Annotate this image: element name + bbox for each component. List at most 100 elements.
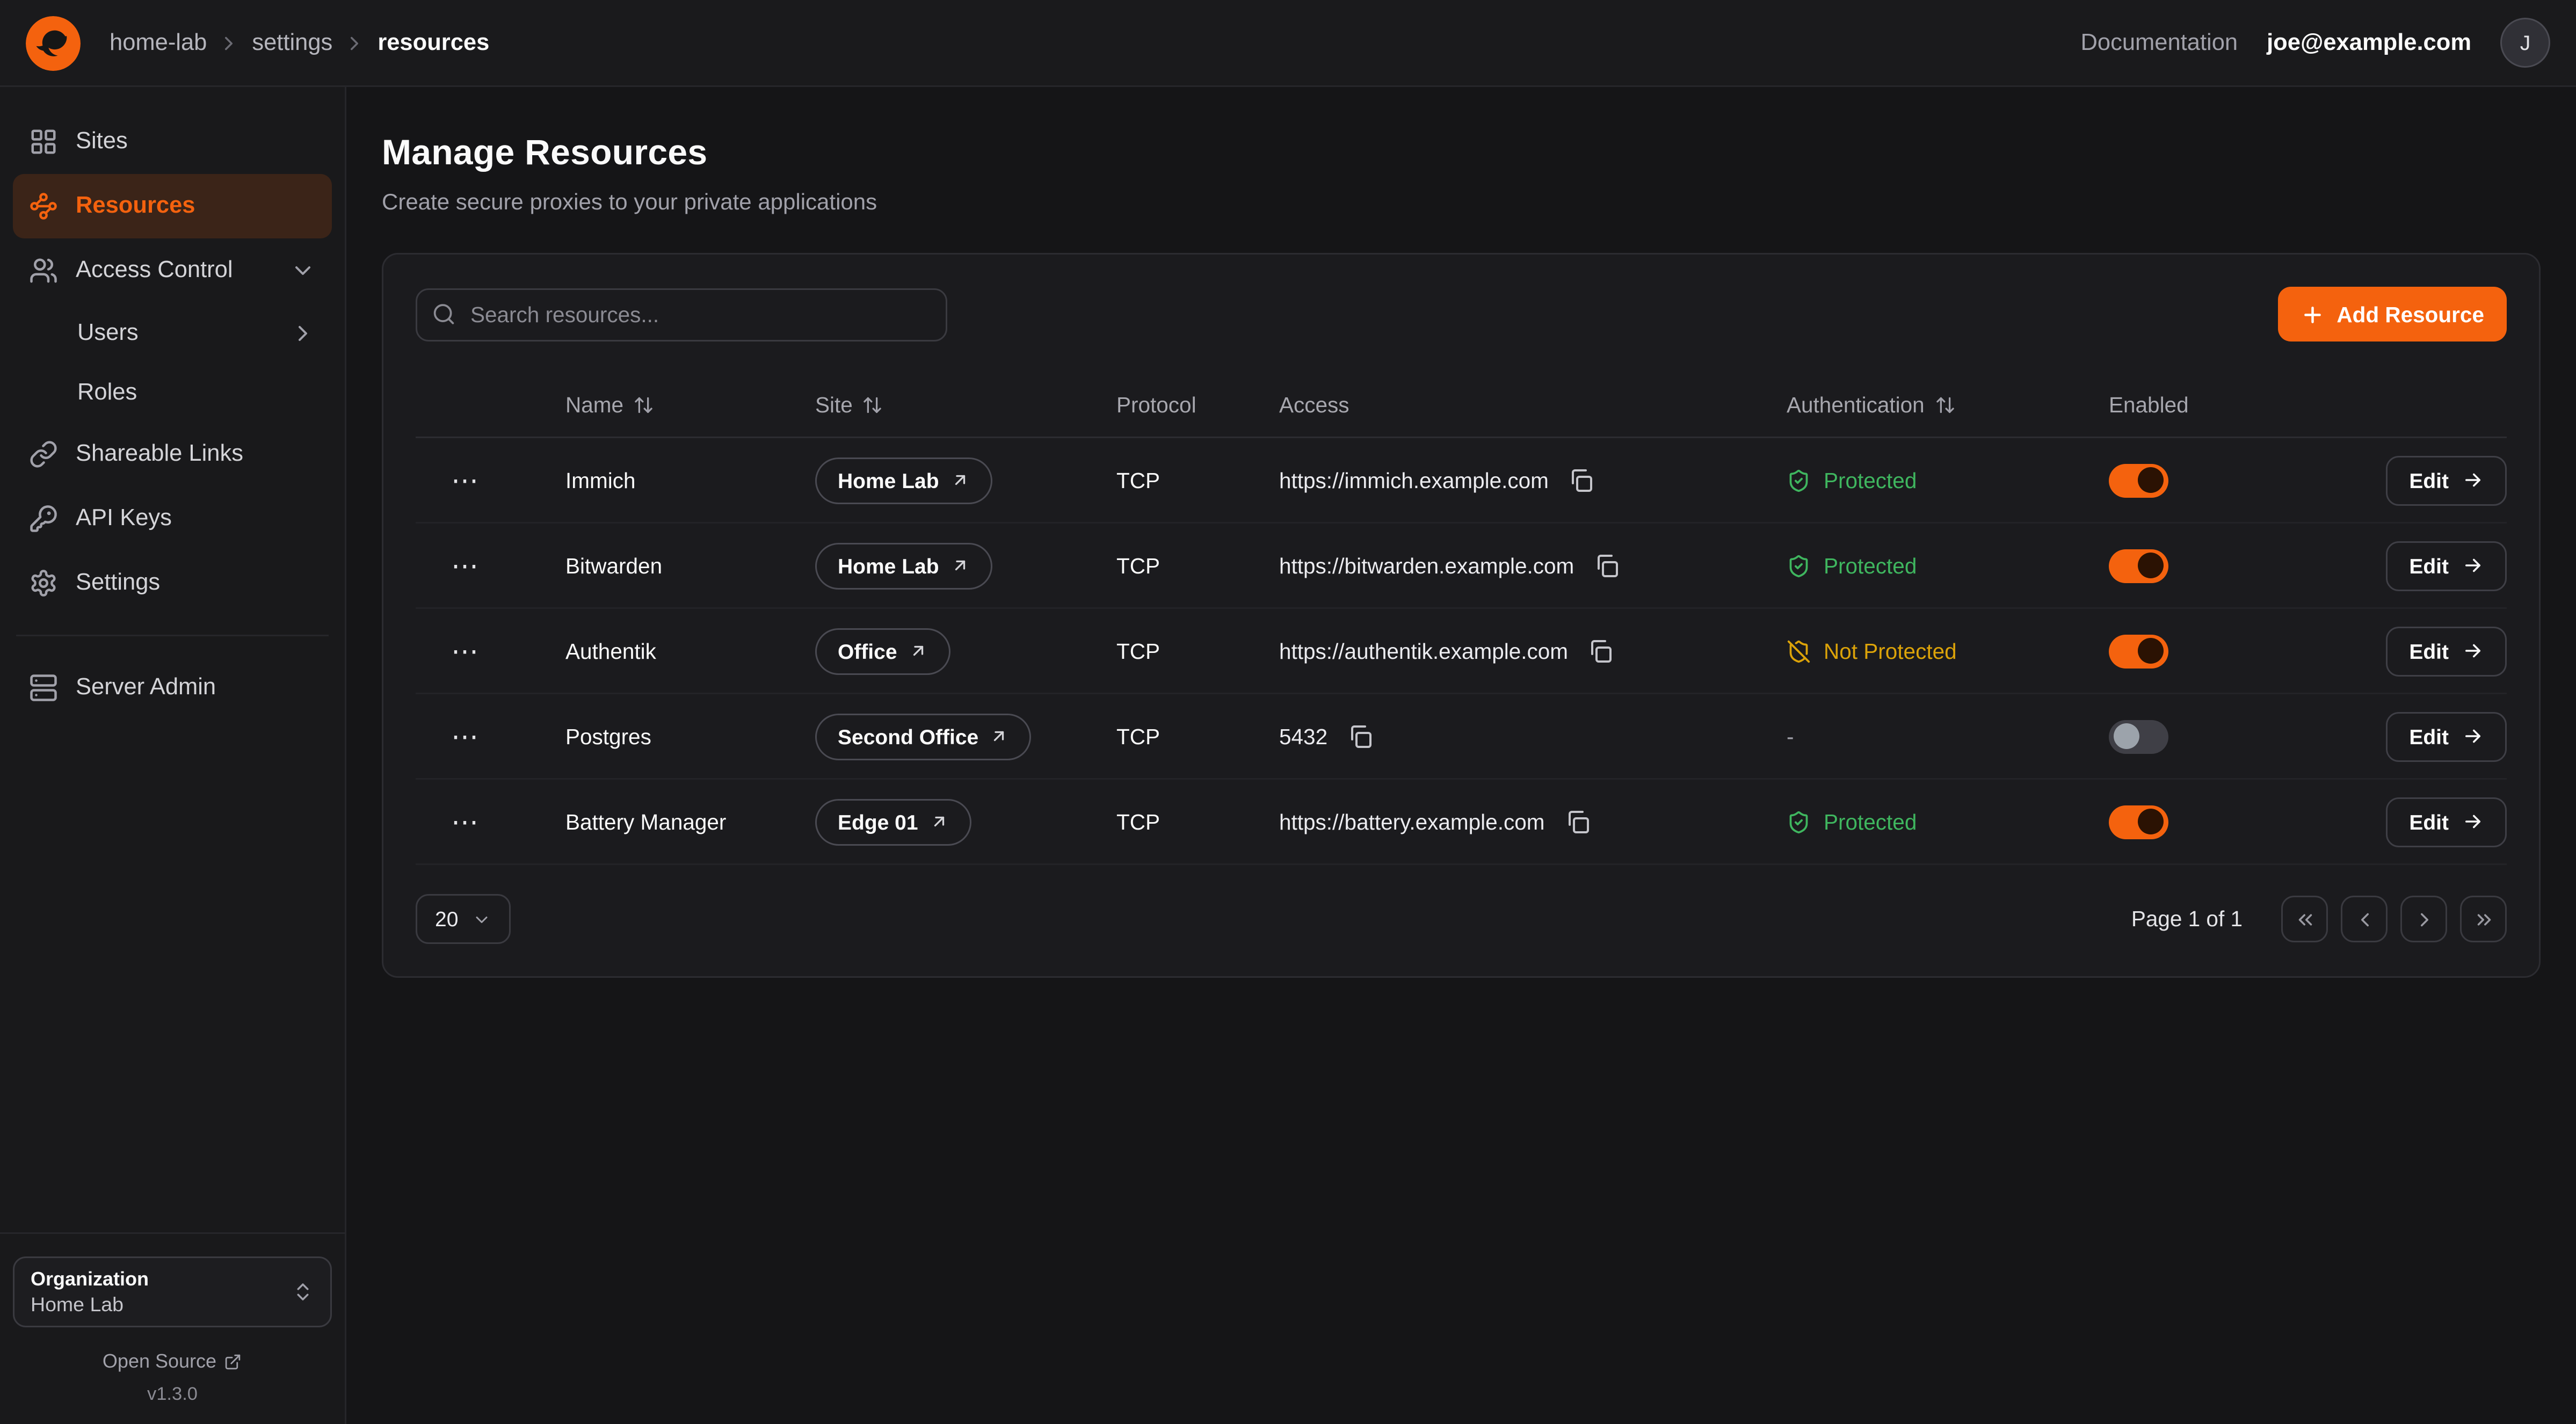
sidebar-item-api-keys[interactable]: API Keys (13, 486, 332, 551)
sidebar-item-users[interactable]: Users (13, 303, 332, 362)
auth-label: Not Protected (1824, 639, 1957, 663)
edit-button[interactable]: Edit (2386, 626, 2507, 676)
toggle-knob (2114, 723, 2139, 749)
org-selector[interactable]: Organization Home Lab (13, 1256, 332, 1327)
edit-button[interactable]: Edit (2386, 455, 2507, 505)
copy-icon[interactable] (1562, 461, 1600, 499)
sidebar-item-server-admin[interactable]: Server Admin (13, 656, 332, 720)
row-menu-button[interactable]: ⋯ (438, 631, 493, 671)
site-name: Home Lab (838, 468, 939, 492)
site-link-button[interactable]: Edge 01 (815, 798, 971, 845)
row-menu-button[interactable]: ⋯ (438, 716, 493, 757)
site-link-button[interactable]: Office (815, 628, 950, 674)
breadcrumb-resources[interactable]: resources (378, 30, 489, 56)
shield-check-icon (1787, 554, 1811, 578)
breadcrumb: home-lab settings resources (110, 30, 489, 56)
key-icon (29, 504, 58, 533)
documentation-link[interactable]: Documentation (2081, 30, 2238, 56)
chevron-left-icon (2353, 908, 2376, 931)
avatar[interactable]: J (2500, 18, 2550, 68)
row-menu-button[interactable]: ⋯ (438, 802, 493, 842)
arrow-up-right-icon (930, 812, 949, 831)
sidebar-item-shareable-links[interactable]: Shareable Links (13, 422, 332, 486)
first-page-button[interactable] (2281, 896, 2328, 942)
protocol: TCP (1116, 468, 1279, 492)
page-size-select[interactable]: 20 (416, 894, 511, 944)
enabled-toggle[interactable] (2109, 549, 2168, 583)
edit-button[interactable]: Edit (2386, 541, 2507, 591)
sidebar-item-label: Shareable Links (76, 441, 243, 467)
open-source-link[interactable]: Open Source (13, 1350, 332, 1372)
prev-page-button[interactable] (2341, 896, 2388, 942)
enabled-toggle[interactable] (2109, 805, 2168, 839)
search-input[interactable] (416, 288, 947, 341)
toggle-knob (2138, 638, 2164, 664)
sidebar-item-sites[interactable]: Sites (13, 110, 332, 174)
access-url: https://bitwarden.example.com (1279, 554, 1574, 578)
page-subtitle: Create secure proxies to your private ap… (382, 188, 2541, 214)
sidebar: Sites Resources Access Control Users Rol… (0, 87, 346, 1424)
site-name: Home Lab (838, 554, 939, 578)
user-email: joe@example.com (2267, 30, 2471, 56)
resources-table: Name Site Protocol Access Authentication (416, 374, 2507, 865)
sort-icon[interactable] (1934, 395, 1955, 416)
chevrons-right-icon (2472, 908, 2495, 931)
last-page-button[interactable] (2460, 896, 2507, 942)
avatar-initial: J (2520, 31, 2531, 55)
column-label: Protocol (1116, 393, 1196, 417)
table-row: ⋯ Immich Home Lab TCP https://immich.exa… (416, 438, 2507, 524)
table-row: ⋯ Bitwarden Home Lab TCP https://bitward… (416, 524, 2507, 609)
site-name: Office (838, 639, 897, 663)
breadcrumb-settings[interactable]: settings (252, 30, 332, 56)
grid-icon (29, 127, 58, 156)
sidebar-item-label: Access Control (76, 258, 233, 284)
auth-status: - (1787, 724, 1794, 749)
protocol: TCP (1116, 724, 1279, 749)
sidebar-divider (16, 635, 329, 636)
site-link-button[interactable]: Home Lab (815, 542, 992, 589)
edit-label: Edit (2409, 810, 2449, 834)
sidebar-item-label: Settings (76, 570, 160, 596)
sidebar-item-roles[interactable]: Roles (13, 362, 332, 422)
row-menu-button[interactable]: ⋯ (438, 546, 493, 586)
users-icon (29, 256, 58, 285)
table-row: ⋯ Postgres Second Office TCP 5432 - Edit (416, 694, 2507, 780)
copy-icon[interactable] (1340, 717, 1379, 755)
column-name: Name (565, 393, 815, 417)
sidebar-item-resources[interactable]: Resources (13, 174, 332, 238)
auth-label: Protected (1824, 468, 1917, 492)
app-logo-icon[interactable] (26, 16, 81, 70)
sidebar-item-label: Users (77, 320, 139, 346)
column-access: Access (1279, 393, 1787, 417)
copy-icon[interactable] (1581, 631, 1620, 670)
sidebar-item-label: API Keys (76, 506, 172, 532)
auth-status: Not Protected (1787, 639, 1957, 663)
sidebar-item-settings[interactable]: Settings (13, 551, 332, 615)
enabled-toggle[interactable] (2109, 720, 2168, 753)
edit-button[interactable]: Edit (2386, 797, 2507, 847)
copy-icon[interactable] (1557, 802, 1596, 841)
site-link-button[interactable]: Home Lab (815, 457, 992, 504)
row-menu-button[interactable]: ⋯ (438, 460, 493, 500)
breadcrumb-org[interactable]: home-lab (110, 30, 207, 56)
resource-name: Battery Manager (565, 810, 815, 834)
column-site: Site (815, 393, 1116, 417)
add-resource-button[interactable]: Add Resource (2279, 287, 2507, 342)
next-page-button[interactable] (2400, 896, 2447, 942)
sort-icon[interactable] (862, 395, 883, 416)
auth-label: - (1787, 724, 1794, 749)
page-size-value: 20 (435, 907, 458, 931)
site-link-button[interactable]: Second Office (815, 713, 1032, 760)
copy-icon[interactable] (1587, 546, 1626, 585)
enabled-toggle[interactable] (2109, 634, 2168, 668)
resource-name: Immich (565, 468, 815, 492)
sidebar-item-access-control[interactable]: Access Control (13, 238, 332, 303)
search-wrap (416, 288, 947, 341)
resources-card: Add Resource Name Site P (382, 253, 2541, 978)
resource-name: Bitwarden (565, 554, 815, 578)
edit-button[interactable]: Edit (2386, 711, 2507, 761)
enabled-toggle[interactable] (2109, 463, 2168, 497)
table-header: Name Site Protocol Access Authentication (416, 374, 2507, 438)
sort-icon[interactable] (633, 395, 654, 416)
arrow-up-right-icon (909, 641, 928, 660)
